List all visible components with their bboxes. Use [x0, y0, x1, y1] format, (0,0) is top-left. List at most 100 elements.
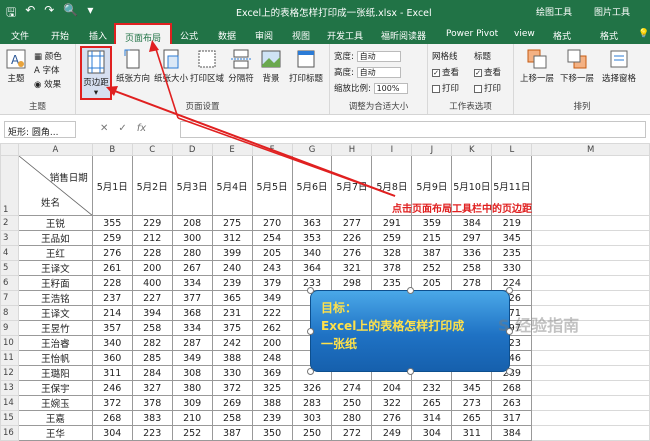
value-cell[interactable]: 250: [291, 425, 333, 441]
row-header[interactable]: 7: [0, 290, 19, 307]
empty-cell[interactable]: [531, 425, 650, 441]
value-cell[interactable]: 276: [91, 245, 133, 262]
name-cell[interactable]: 王保宇: [17, 380, 93, 397]
value-cell[interactable]: 400: [131, 275, 173, 292]
column-header-b[interactable]: B: [91, 142, 133, 157]
value-cell[interactable]: 360: [91, 350, 133, 367]
value-cell[interactable]: 275: [211, 215, 253, 232]
value-cell[interactable]: 268: [91, 410, 133, 427]
value-cell[interactable]: 273: [451, 395, 493, 412]
value-cell[interactable]: 349: [171, 350, 213, 367]
resize-handle-bl[interactable]: [307, 368, 314, 375]
send-backward-button[interactable]: 下移一层: [558, 48, 596, 84]
name-cell[interactable]: 王婉玉: [17, 395, 93, 412]
column-header-d[interactable]: D: [171, 142, 213, 157]
empty-cell[interactable]: [531, 380, 650, 397]
value-cell[interactable]: 205: [251, 245, 293, 262]
value-cell[interactable]: 274: [331, 380, 373, 397]
column-header-l[interactable]: L: [491, 142, 533, 157]
row-header[interactable]: 2: [0, 215, 19, 232]
value-cell[interactable]: 240: [211, 260, 253, 277]
gridlines-view-checkbox[interactable]: ✓ 查看: [432, 66, 459, 78]
empty-cell[interactable]: [531, 215, 650, 232]
value-cell[interactable]: 210: [171, 410, 213, 427]
name-cell[interactable]: 王嘉: [17, 410, 93, 427]
value-cell[interactable]: 227: [131, 290, 173, 307]
date-header-cell[interactable]: 5月3日: [171, 155, 213, 217]
tab-developer[interactable]: 开发工具: [327, 29, 363, 42]
value-cell[interactable]: 303: [291, 410, 333, 427]
tab-foxit[interactable]: 福昕阅读器: [381, 29, 426, 42]
value-cell[interactable]: 334: [171, 320, 213, 337]
value-cell[interactable]: 388: [251, 395, 293, 412]
fonts-button[interactable]: A 字体: [34, 64, 60, 76]
row-header[interactable]: 9: [0, 320, 19, 337]
value-cell[interactable]: 248: [251, 350, 293, 367]
value-cell[interactable]: 377: [171, 290, 213, 307]
tab-format-picture[interactable]: 格式: [600, 29, 618, 42]
lightbulb-icon[interactable]: 💡: [638, 29, 649, 39]
tab-formulas[interactable]: 公式: [180, 29, 198, 42]
empty-cell[interactable]: [531, 365, 650, 382]
empty-cell[interactable]: [531, 290, 650, 307]
date-header-cell[interactable]: 5月4日: [211, 155, 253, 217]
value-cell[interactable]: 237: [91, 290, 133, 307]
resize-handle-tr[interactable]: [506, 287, 513, 294]
goal-callout-shape[interactable]: 目标： Excel上的表格怎样打印成 一张纸: [307, 287, 513, 375]
value-cell[interactable]: 297: [451, 230, 493, 247]
breaks-button[interactable]: 分隔符: [226, 48, 256, 84]
value-cell[interactable]: 280: [331, 410, 373, 427]
value-cell[interactable]: 223: [131, 425, 173, 441]
row-header[interactable]: 8: [0, 305, 19, 322]
value-cell[interactable]: 246: [91, 380, 133, 397]
value-cell[interactable]: 345: [451, 380, 493, 397]
tab-page-layout[interactable]: 页面布局: [114, 23, 173, 45]
value-cell[interactable]: 231: [211, 305, 253, 322]
value-cell[interactable]: 388: [211, 350, 253, 367]
date-header-cell[interactable]: 5月2日: [131, 155, 173, 217]
value-cell[interactable]: 258: [131, 320, 173, 337]
value-cell[interactable]: 258: [211, 410, 253, 427]
value-cell[interactable]: 263: [491, 395, 533, 412]
insert-function-icon[interactable]: fx: [137, 123, 146, 134]
print-area-button[interactable]: 打印区域: [190, 48, 224, 84]
tab-insert[interactable]: 插入: [89, 29, 107, 42]
bring-forward-button[interactable]: 上移一层: [518, 48, 556, 84]
value-cell[interactable]: 379: [251, 275, 293, 292]
print-preview-icon[interactable]: 🔍: [63, 3, 78, 24]
tab-view-en[interactable]: view: [514, 29, 535, 39]
undo-icon[interactable]: ↶: [25, 3, 35, 24]
colors-button[interactable]: ▦ 颜色: [34, 50, 62, 62]
column-header-j[interactable]: J: [411, 142, 453, 157]
cancel-icon[interactable]: ✕: [100, 123, 108, 134]
value-cell[interactable]: 304: [411, 425, 453, 441]
value-cell[interactable]: 372: [211, 380, 253, 397]
value-cell[interactable]: 353: [291, 230, 333, 247]
column-header-c[interactable]: C: [131, 142, 173, 157]
value-cell[interactable]: 336: [451, 245, 493, 262]
scale-spinner[interactable]: 100%: [373, 83, 408, 94]
value-cell[interactable]: 372: [91, 395, 133, 412]
value-cell[interactable]: 340: [91, 335, 133, 352]
row-header[interactable]: 1: [0, 155, 19, 217]
value-cell[interactable]: 283: [291, 395, 333, 412]
value-cell[interactable]: 269: [211, 395, 253, 412]
row-header[interactable]: 4: [0, 245, 19, 262]
tab-home[interactable]: 开始: [51, 29, 69, 42]
date-header-cell[interactable]: 5月1日: [91, 155, 133, 217]
resize-handle-t[interactable]: [407, 287, 414, 294]
value-cell[interactable]: 378: [131, 395, 173, 412]
value-cell[interactable]: 229: [131, 215, 173, 232]
value-cell[interactable]: 387: [411, 245, 453, 262]
value-cell[interactable]: 309: [171, 395, 213, 412]
name-cell[interactable]: 王品如: [17, 230, 93, 247]
value-cell[interactable]: 215: [411, 230, 453, 247]
value-cell[interactable]: 232: [411, 380, 453, 397]
value-cell[interactable]: 200: [251, 335, 293, 352]
value-cell[interactable]: 235: [371, 275, 413, 292]
value-cell[interactable]: 363: [291, 215, 333, 232]
empty-cell[interactable]: [531, 230, 650, 247]
name-cell[interactable]: 王红: [17, 245, 93, 262]
selection-pane-button[interactable]: 选择窗格: [598, 48, 640, 84]
value-cell[interactable]: 369: [251, 365, 293, 382]
